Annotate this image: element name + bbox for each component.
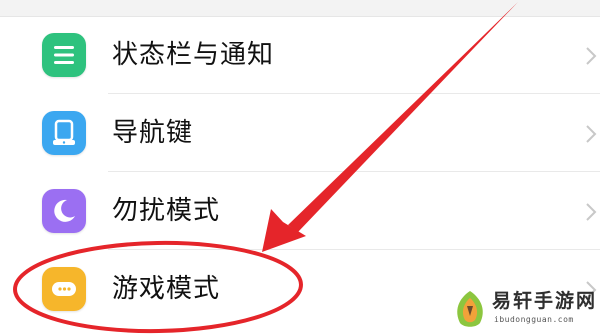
game-mode-icon xyxy=(42,267,86,311)
settings-item-label: 状态栏与通知 xyxy=(112,40,275,70)
settings-item-label: 勿扰模式 xyxy=(112,196,221,226)
chevron-right-icon xyxy=(584,201,598,223)
status-bar-notification-icon xyxy=(42,33,86,77)
do-not-disturb-moon-icon xyxy=(42,189,86,233)
settings-item-status-bar-notification[interactable]: 状态栏与通知 xyxy=(0,16,600,94)
chevron-right-icon xyxy=(584,45,598,67)
navigation-keys-icon xyxy=(42,111,86,155)
chevron-right-icon xyxy=(584,123,598,145)
watermark: 易轩手游网 ibudongguan.com xyxy=(452,287,596,333)
settings-item-label: 游戏模式 xyxy=(112,274,221,304)
settings-item-do-not-disturb[interactable]: 勿扰模式 xyxy=(0,172,600,250)
settings-item-label: 导航键 xyxy=(112,118,194,148)
settings-item-navigation-keys[interactable]: 导航键 xyxy=(0,94,600,172)
watermark-brand: 易轩手游网 xyxy=(492,290,598,312)
watermark-domain: ibudongguan.com xyxy=(494,315,574,324)
watermark-logo-icon xyxy=(457,291,483,327)
previous-row-edge xyxy=(0,0,600,17)
